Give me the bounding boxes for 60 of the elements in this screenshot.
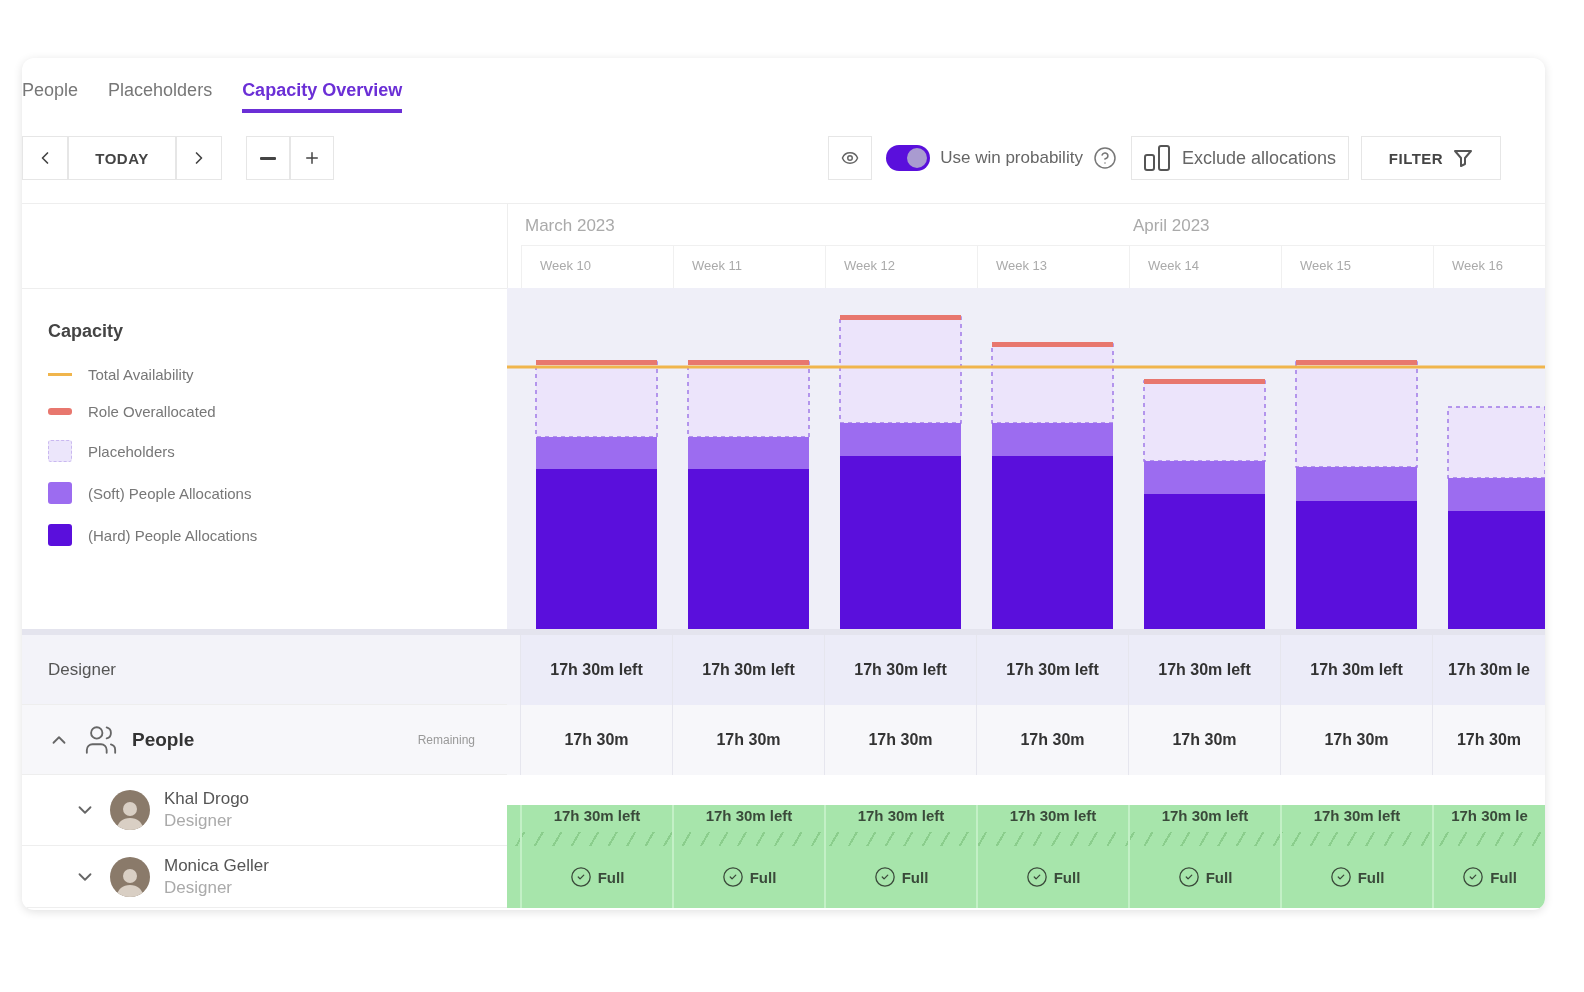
help-icon[interactable] bbox=[1092, 146, 1117, 170]
remaining-hours: 17h 30m left bbox=[976, 635, 1128, 705]
month-label: March 2023 bbox=[521, 204, 1129, 246]
tab[interactable]: Placeholders bbox=[108, 80, 213, 113]
status-label: Full bbox=[1490, 868, 1517, 886]
legend-label: Placeholders bbox=[88, 442, 175, 460]
remaining-hours: 17h 30m left bbox=[520, 635, 672, 705]
toggle-label: Use win probability bbox=[940, 148, 1083, 168]
legend-label: (Hard) People Allocations bbox=[88, 526, 258, 544]
check-icon bbox=[1329, 866, 1352, 888]
tab[interactable]: People bbox=[22, 80, 79, 113]
plus-icon bbox=[303, 149, 321, 167]
avatar bbox=[110, 790, 150, 830]
minus-icon bbox=[260, 156, 276, 160]
remaining-hours: 17h 30m le bbox=[1432, 635, 1545, 705]
remaining-label: Remaining bbox=[417, 732, 475, 747]
status-label: Full bbox=[1357, 868, 1385, 886]
group-label: People bbox=[132, 728, 195, 751]
win-probability-toggle[interactable] bbox=[886, 145, 931, 171]
check-icon bbox=[721, 866, 744, 888]
check-icon bbox=[569, 866, 592, 888]
today-button[interactable]: TODAY bbox=[68, 136, 176, 180]
tab[interactable]: Capacity Overview bbox=[242, 80, 403, 113]
legend-label: Total Availability bbox=[88, 366, 194, 383]
status-label: Full bbox=[597, 868, 625, 886]
legend-label: Role Overallocated bbox=[88, 403, 216, 420]
person-role: Designer bbox=[164, 811, 234, 831]
zoom-out-button[interactable] bbox=[246, 136, 290, 180]
filter-icon bbox=[1453, 148, 1474, 168]
check-icon bbox=[873, 866, 896, 888]
role-label: Designer bbox=[48, 659, 117, 680]
remaining-hours: 17h 30m left bbox=[672, 635, 824, 705]
check-icon bbox=[1177, 866, 1200, 888]
visibility-button[interactable] bbox=[828, 136, 873, 180]
avatar bbox=[110, 856, 150, 897]
check-icon bbox=[1462, 866, 1485, 888]
person-role: Designer bbox=[164, 877, 234, 898]
remaining-hours: 17h 30m left bbox=[1280, 635, 1432, 705]
person-name: Khal Drogo bbox=[164, 789, 250, 809]
remaining-hours: 17h 30m left bbox=[705, 807, 793, 824]
filter-button[interactable]: FILTER bbox=[1361, 136, 1501, 180]
exclude-allocations-button[interactable]: Exclude allocations bbox=[1130, 136, 1349, 180]
remaining-hours: 17h 30m left bbox=[824, 635, 976, 705]
check-icon bbox=[1025, 866, 1048, 888]
remaining-hours: 17h 30m left bbox=[553, 807, 641, 824]
status-label: Full bbox=[1053, 868, 1081, 886]
remaining-hours: 17h 30m left bbox=[1009, 807, 1097, 824]
status-label: Full bbox=[901, 868, 929, 886]
status-label: Full bbox=[749, 868, 777, 886]
person-name: Monica Geller bbox=[164, 855, 269, 876]
columns-icon bbox=[1143, 145, 1172, 171]
legend-label: (Soft) People Allocations bbox=[88, 484, 252, 502]
status-label: Full bbox=[1205, 868, 1233, 886]
legend-title: Capacity bbox=[48, 321, 125, 342]
remaining-hours: 17h 30m left bbox=[857, 807, 945, 824]
remaining-hours: 17h 30m le bbox=[1451, 807, 1528, 824]
remaining-hours: 17h 30m left bbox=[1128, 635, 1280, 705]
remaining-hours: 17h 30m left bbox=[1313, 807, 1401, 824]
month-label: April 2023 bbox=[1129, 204, 1545, 246]
remaining-hours: 17h 30m left bbox=[1161, 807, 1249, 824]
